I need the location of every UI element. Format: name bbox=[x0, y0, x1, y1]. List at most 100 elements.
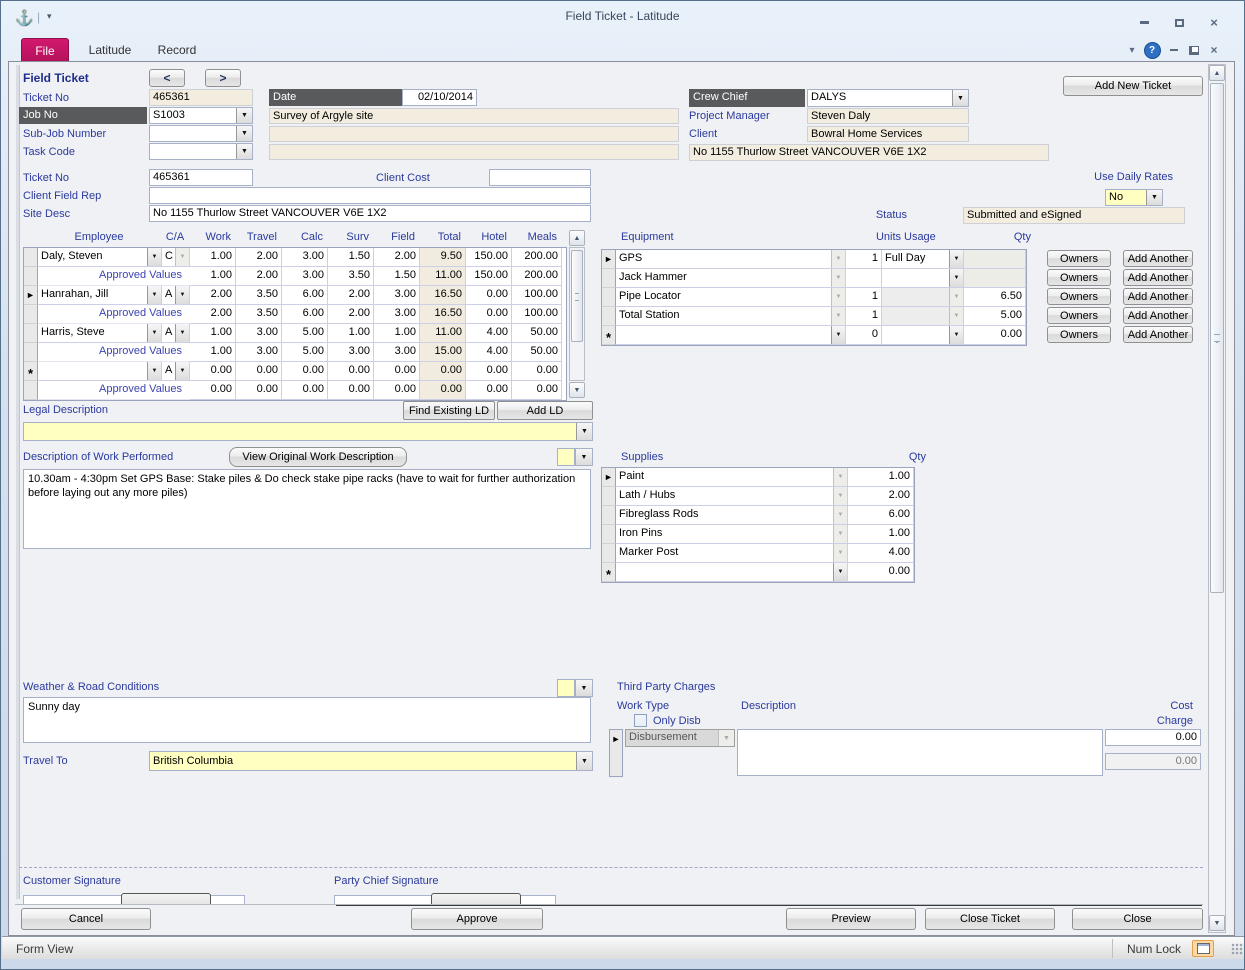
doc-close-icon[interactable]: × bbox=[1205, 42, 1223, 58]
weather-text[interactable]: Sunny day bbox=[23, 697, 591, 743]
record-selector[interactable] bbox=[602, 269, 616, 288]
work-description-dropdown[interactable] bbox=[575, 448, 593, 466]
supply-name-combo[interactable]: Lath / Hubs bbox=[616, 487, 848, 506]
dropdown-icon[interactable] bbox=[147, 286, 161, 304]
weather-flag-field[interactable] bbox=[557, 679, 575, 697]
dropdown-icon[interactable] bbox=[831, 326, 845, 344]
dropdown-icon[interactable] bbox=[949, 250, 963, 268]
grid-cell[interactable]: 200.00 bbox=[512, 248, 562, 267]
employee-grid-scroll-down[interactable]: ▼ bbox=[569, 382, 585, 398]
grid-cell[interactable]: 3.00 bbox=[374, 286, 420, 305]
find-existing-ld-button[interactable]: Find Existing LD bbox=[403, 401, 495, 420]
ca-combo[interactable]: A bbox=[162, 324, 190, 343]
use-daily-rates-combo[interactable]: No bbox=[1105, 189, 1163, 206]
next-ticket-button[interactable]: > bbox=[205, 69, 241, 87]
client-field-rep-field[interactable] bbox=[149, 187, 591, 204]
record-selector[interactable] bbox=[602, 487, 616, 506]
tab-record[interactable]: Record bbox=[151, 38, 203, 61]
owners-button[interactable]: Owners bbox=[1047, 326, 1111, 343]
record-selector[interactable] bbox=[24, 324, 38, 343]
record-selector[interactable] bbox=[602, 307, 616, 326]
record-selector-arrow[interactable] bbox=[24, 286, 38, 305]
grid-cell[interactable]: 0.00 bbox=[374, 362, 420, 381]
dropdown-icon[interactable] bbox=[175, 286, 189, 304]
qty-cell[interactable]: 5.00 bbox=[964, 307, 1026, 326]
supply-qty-cell[interactable]: 2.00 bbox=[848, 487, 914, 506]
dropdown-icon[interactable] bbox=[236, 144, 252, 159]
ribbon-collapse-icon[interactable]: ▾ bbox=[1123, 42, 1141, 58]
add-another-button[interactable]: Add Another bbox=[1123, 307, 1193, 324]
record-selector[interactable] bbox=[602, 525, 616, 544]
minimize-button[interactable] bbox=[1129, 15, 1159, 30]
dropdown-icon[interactable] bbox=[949, 269, 963, 287]
weather-dropdown[interactable] bbox=[575, 679, 593, 697]
grid-cell[interactable]: 2.00 bbox=[236, 248, 282, 267]
crew-chief-combo[interactable]: DALYS bbox=[807, 89, 969, 107]
preview-button[interactable]: Preview bbox=[786, 908, 916, 930]
grid-cell[interactable]: 5.00 bbox=[282, 324, 328, 343]
new-record-selector[interactable] bbox=[602, 326, 616, 345]
employee-grid-scroll-up[interactable]: ▲ bbox=[569, 230, 585, 246]
dropdown-icon[interactable] bbox=[175, 324, 189, 342]
main-scroll-thumb[interactable] bbox=[1210, 83, 1224, 593]
employee-name-combo[interactable]: Daly, Steven bbox=[38, 248, 162, 267]
main-scroll-up[interactable]: ▲ bbox=[1209, 65, 1225, 81]
dropdown-icon[interactable] bbox=[1146, 190, 1162, 205]
qty-cell[interactable]: 0.00 bbox=[964, 326, 1026, 345]
employee-name-combo[interactable]: Hanrahan, Jill bbox=[38, 286, 162, 305]
equipment-name-combo[interactable]: Pipe Locator bbox=[616, 288, 846, 307]
title-bar[interactable]: ⚓ | ▾ Field Ticket - Latitude × bbox=[1, 1, 1244, 33]
grid-cell[interactable]: 0.00 bbox=[512, 362, 562, 381]
supply-qty-cell[interactable]: 0.00 bbox=[848, 563, 914, 582]
grid-cell[interactable]: 0.00 bbox=[190, 362, 236, 381]
record-selector-arrow[interactable] bbox=[602, 250, 616, 269]
dropdown-icon[interactable] bbox=[236, 126, 252, 141]
record-selector-arrow[interactable] bbox=[602, 468, 616, 487]
grid-cell[interactable]: 2.00 bbox=[374, 248, 420, 267]
only-disb-checkbox[interactable] bbox=[634, 714, 647, 727]
travel-to-combo[interactable]: British Columbia bbox=[149, 751, 593, 771]
legal-description-combo[interactable] bbox=[23, 422, 593, 441]
grid-cell[interactable]: 1.00 bbox=[190, 324, 236, 343]
units-cell[interactable]: 1 bbox=[846, 250, 882, 269]
tab-latitude[interactable]: Latitude bbox=[81, 38, 139, 61]
work-description-flag-field[interactable] bbox=[557, 448, 575, 466]
approve-button[interactable]: Approve bbox=[411, 908, 543, 930]
grid-cell[interactable]: 2.00 bbox=[190, 286, 236, 305]
supply-name-combo[interactable] bbox=[616, 563, 848, 582]
doc-minimize-icon[interactable] bbox=[1165, 42, 1183, 58]
dropdown-icon[interactable] bbox=[576, 680, 592, 696]
grid-cell[interactable]: 3.50 bbox=[236, 286, 282, 305]
units-cell[interactable]: 1 bbox=[846, 288, 882, 307]
doc-restore-icon[interactable] bbox=[1185, 42, 1203, 58]
grid-cell[interactable]: 50.00 bbox=[512, 324, 562, 343]
dropdown-icon[interactable] bbox=[952, 90, 968, 106]
close-button[interactable]: × bbox=[1199, 15, 1229, 30]
add-another-button[interactable]: Add Another bbox=[1123, 326, 1193, 343]
supply-name-combo[interactable]: Fibreglass Rods bbox=[616, 506, 848, 525]
usage-combo[interactable] bbox=[882, 326, 964, 345]
tab-file[interactable]: File bbox=[21, 38, 69, 62]
prev-ticket-button[interactable]: < bbox=[149, 69, 185, 87]
ticket-no2-field[interactable]: 465361 bbox=[149, 169, 253, 186]
record-selector[interactable] bbox=[602, 506, 616, 525]
supply-name-combo[interactable]: Paint bbox=[616, 468, 848, 487]
employee-name-combo[interactable] bbox=[38, 362, 162, 381]
date-field[interactable]: 02/10/2014 bbox=[402, 89, 477, 106]
qty-cell[interactable]: 6.50 bbox=[964, 288, 1026, 307]
third-party-description-field[interactable] bbox=[737, 729, 1103, 776]
new-record-selector[interactable] bbox=[24, 362, 38, 381]
main-scroll-down[interactable]: ▼ bbox=[1209, 915, 1225, 931]
supply-qty-cell[interactable]: 1.00 bbox=[848, 525, 914, 544]
grid-cell[interactable]: 2.00 bbox=[328, 286, 374, 305]
close-form-button[interactable]: Close bbox=[1072, 908, 1203, 930]
equipment-name-combo[interactable]: Jack Hammer bbox=[616, 269, 846, 288]
subjob-combo[interactable] bbox=[149, 125, 253, 142]
ca-combo[interactable]: C bbox=[162, 248, 190, 267]
record-selector[interactable] bbox=[24, 248, 38, 267]
close-ticket-button[interactable]: Close Ticket bbox=[925, 908, 1055, 930]
grid-cell[interactable]: 1.00 bbox=[328, 324, 374, 343]
usage-combo[interactable]: Full Day bbox=[882, 250, 964, 269]
grid-cell[interactable]: 0.00 bbox=[466, 362, 512, 381]
form-view-toggle-button[interactable] bbox=[1192, 940, 1214, 957]
